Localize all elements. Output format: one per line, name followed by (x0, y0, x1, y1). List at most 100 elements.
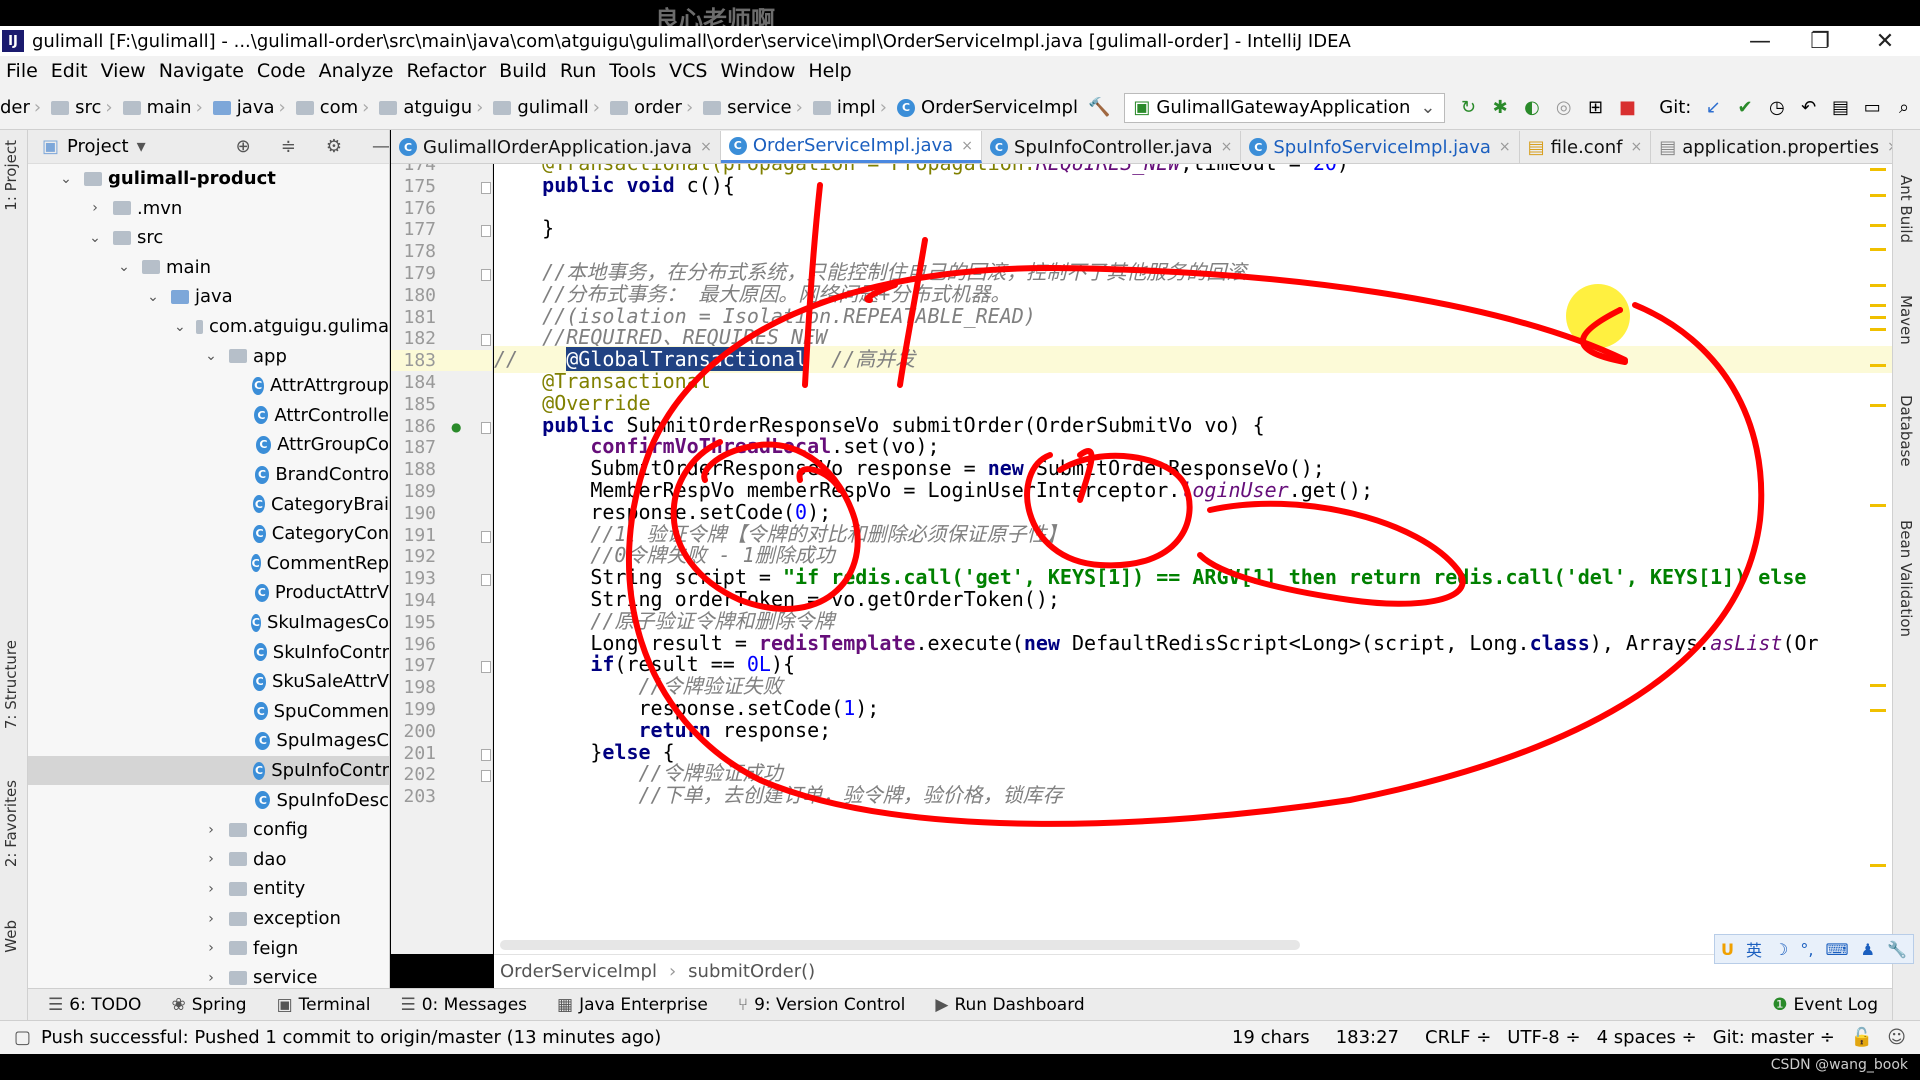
presentation-icon[interactable]: ▭ (1862, 96, 1882, 120)
warning-marker[interactable] (1870, 194, 1886, 197)
warning-marker[interactable] (1870, 684, 1886, 687)
breadcrumb-class[interactable]: OrderServiceImpl (500, 961, 657, 982)
warning-marker[interactable] (1870, 316, 1886, 319)
crumb-atguigu[interactable]: atguigu › (379, 97, 489, 118)
cursor-position[interactable]: 183:27 (1336, 1027, 1399, 1048)
tree-item[interactable]: C SkuImagesCo (28, 608, 389, 637)
tree-item[interactable]: ⌄ gulimall-product (28, 164, 389, 193)
tree-item[interactable]: › config (28, 815, 389, 844)
lock-icon[interactable]: 🔓 (1851, 1027, 1873, 1048)
expand-arrow-icon[interactable]: ⌄ (174, 319, 186, 335)
gear-icon[interactable]: ⚙ (326, 136, 342, 157)
expand-arrow-icon[interactable]: ⌄ (145, 289, 161, 305)
stop-icon[interactable]: ■ (1617, 96, 1637, 120)
editor-tab[interactable]: C SpuInfoServiceImpl.java × (1241, 131, 1520, 163)
collapse-all-icon[interactable]: ≑ (281, 136, 296, 157)
tool-tab[interactable]: ▣ Terminal (277, 995, 371, 1015)
tree-item[interactable]: C SpuInfoContr (28, 756, 389, 785)
tool-tab[interactable]: ☰ 0: Messages (400, 995, 527, 1015)
restore-button[interactable]: ❐ (1790, 26, 1850, 56)
warning-marker[interactable] (1870, 168, 1886, 171)
ime-lang[interactable]: 英 (1746, 937, 1762, 961)
chevron-down-icon[interactable]: ▾ (137, 136, 146, 157)
implementation-marker-icon[interactable]: ● (451, 420, 461, 434)
tree-item[interactable]: › dao (28, 845, 389, 874)
menu-help[interactable]: Help (808, 60, 851, 82)
editor-tab[interactable]: C OrderServiceImpl.java × (720, 131, 982, 163)
coverage-icon[interactable]: ◐ (1522, 96, 1542, 120)
code-line[interactable]: //下单，去创建订单，验令牌，验价格，锁库存 (494, 782, 1892, 809)
ime-settings-icon[interactable]: 🔧 (1887, 940, 1907, 959)
warning-marker[interactable] (1870, 248, 1886, 251)
crumb-com[interactable]: com › (295, 97, 376, 118)
tree-item[interactable]: C SkuSaleAttrV (28, 667, 389, 696)
fold-marker-icon[interactable] (481, 661, 491, 674)
menu-code[interactable]: Code (257, 60, 306, 82)
close-tab-icon[interactable]: × (961, 138, 973, 154)
fold-marker-icon[interactable] (481, 574, 491, 587)
crumb-java[interactable]: java › (212, 97, 292, 118)
fold-marker-icon[interactable] (481, 269, 491, 281)
crumb-impl[interactable]: impl › (812, 97, 893, 118)
project-header-label[interactable]: Project (67, 136, 129, 157)
tree-item[interactable]: C AttrGroupCo (28, 430, 389, 459)
tree-item[interactable]: C SpuInfoDesc (28, 786, 389, 815)
event-log-tab[interactable]: ❶ Event Log (1772, 995, 1878, 1015)
tree-item[interactable]: C SpuCommen (28, 697, 389, 726)
fold-marker-icon[interactable] (481, 770, 491, 783)
warning-marker[interactable] (1870, 224, 1886, 227)
warning-marker[interactable] (1870, 864, 1886, 867)
left-tab-3[interactable]: Web (2, 920, 20, 953)
menu-navigate[interactable]: Navigate (159, 60, 244, 82)
menu-build[interactable]: Build (499, 60, 547, 82)
tree-item[interactable]: › exception (28, 904, 389, 933)
tool-tab[interactable]: ❀ Spring (171, 995, 246, 1015)
menu-vcs[interactable]: VCS (669, 60, 707, 82)
rerun-icon[interactable]: ↻ (1459, 96, 1479, 120)
left-tab-0[interactable]: 1: Project (2, 140, 20, 211)
expand-arrow-icon[interactable]: › (203, 881, 219, 897)
crumb-main[interactable]: main › (122, 97, 209, 118)
attach-icon[interactable]: ⊞ (1586, 96, 1606, 120)
expand-arrow-icon[interactable]: › (203, 851, 219, 867)
warning-marker[interactable] (1870, 328, 1886, 331)
tree-item[interactable]: ⌄ app (28, 342, 389, 371)
tree-item[interactable]: › service (28, 963, 389, 988)
run-config-selector[interactable]: ▣ GulimallGatewayApplication ⌄ (1124, 92, 1445, 123)
expand-arrow-icon[interactable]: › (203, 911, 219, 927)
code-editor[interactable]: @Transactional(propagation = Propagation… (494, 164, 1892, 954)
project-structure-icon[interactable]: ▤ (1831, 96, 1851, 120)
memory-indicator-icon[interactable]: ☺ (1887, 1027, 1906, 1048)
editor-tab[interactable]: C SpuInfoController.java × (982, 131, 1242, 163)
breadcrumb-method[interactable]: submitOrder() (688, 961, 815, 982)
tool-tab[interactable]: ▶ Run Dashboard (935, 995, 1084, 1015)
warning-marker[interactable] (1870, 504, 1886, 507)
tree-item[interactable]: C SkuInfoContr (28, 638, 389, 667)
expand-arrow-icon[interactable]: ⌄ (116, 259, 132, 275)
fold-marker-icon[interactable] (481, 748, 491, 761)
git-commit-icon[interactable]: ✔ (1735, 96, 1755, 120)
close-tab-icon[interactable]: × (1887, 139, 1892, 155)
hammer-build-icon[interactable]: 🔨 (1088, 96, 1110, 120)
profile-icon[interactable]: ◎ (1554, 96, 1574, 120)
crumb-src[interactable]: src › (51, 97, 118, 118)
expand-arrow-icon[interactable]: › (87, 200, 103, 216)
git-update-icon[interactable]: ↙ (1703, 96, 1723, 120)
right-tab-2[interactable]: Database (1897, 395, 1915, 467)
tree-item[interactable]: › .mvn (28, 194, 389, 223)
tree-item[interactable]: C AttrAttrgroup (28, 371, 389, 400)
close-tab-icon[interactable]: × (700, 139, 712, 155)
tree-item[interactable]: ⌄ com.atguigu.gulima (28, 312, 389, 341)
tree-item[interactable]: ⌄ java (28, 282, 389, 311)
tree-item[interactable]: › entity (28, 874, 389, 903)
tree-item[interactable]: C AttrControlle (28, 401, 389, 430)
menu-analyze[interactable]: Analyze (319, 60, 394, 82)
close-button[interactable]: ✕ (1855, 26, 1915, 56)
horizontal-scrollbar[interactable] (500, 940, 1300, 950)
expand-arrow-icon[interactable]: ⌄ (203, 348, 219, 364)
fold-marker-icon[interactable] (481, 225, 491, 238)
tree-item[interactable]: ⌄ main (28, 253, 389, 282)
expand-arrow-icon[interactable]: ⌄ (58, 171, 74, 187)
warning-marker[interactable] (1870, 364, 1886, 367)
file-encoding[interactable]: UTF-8 ÷ (1507, 1027, 1580, 1048)
